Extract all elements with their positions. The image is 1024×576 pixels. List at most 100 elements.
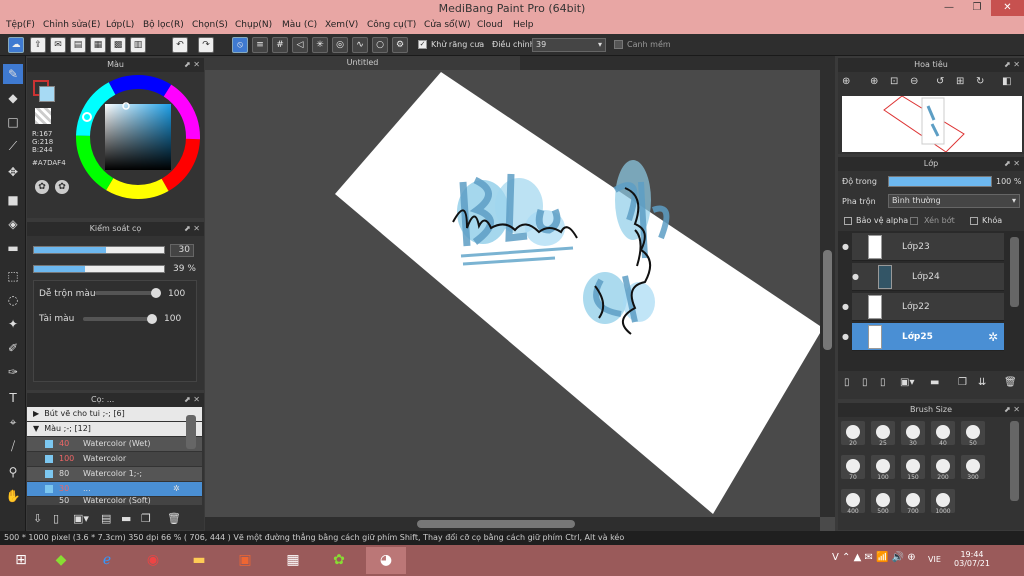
page-icon[interactable]: ▥ xyxy=(130,37,146,53)
panel-close-icon[interactable]: ⬈ ✕ xyxy=(1004,403,1020,417)
menu-tools[interactable]: Công cụ(T) xyxy=(367,20,416,30)
brush-size-item[interactable]: 50 xyxy=(961,421,985,447)
panel-close-icon[interactable]: ⬈ ✕ xyxy=(184,393,200,407)
operation-tool-icon[interactable]: ⌖ xyxy=(3,412,23,432)
fill-rect-tool-icon[interactable]: ■ xyxy=(3,190,23,210)
delete-layer-icon[interactable]: 🗑 xyxy=(1004,377,1017,388)
brush-doc-icon[interactable]: ▤ xyxy=(101,512,111,525)
radial-snap-icon[interactable]: ✳ xyxy=(312,37,328,53)
amount-slider[interactable] xyxy=(83,317,155,321)
eye-icon[interactable]: ● xyxy=(852,263,859,291)
brush-opacity-slider[interactable] xyxy=(33,265,165,273)
settings-gear-icon[interactable]: ⚙ xyxy=(392,37,408,53)
ellipse-snap-icon[interactable]: ○ xyxy=(372,37,388,53)
parallel-snap-icon[interactable]: ≡ xyxy=(252,37,268,53)
app-grid-icon[interactable]: ▦ xyxy=(276,547,310,574)
tray-clock[interactable]: 19:44 03/07/21 xyxy=(952,550,992,568)
smooth-slider-handle[interactable] xyxy=(151,288,161,298)
brush-size-item[interactable]: 70 xyxy=(841,455,865,481)
protect-alpha-checkbox[interactable] xyxy=(844,217,852,225)
brush-size-item[interactable]: 700 xyxy=(901,489,925,515)
menu-file[interactable]: Tệp(F) xyxy=(6,20,35,30)
amount-slider-handle[interactable] xyxy=(147,314,157,324)
select-rect-tool-icon[interactable]: ⬚ xyxy=(3,266,23,286)
add-brush-icon[interactable]: ▣▾ xyxy=(73,512,89,525)
menu-color[interactable]: Màu (C) xyxy=(282,20,317,30)
eye-icon[interactable]: ● xyxy=(842,233,849,261)
menu-edit[interactable]: Chỉnh sửa(E) xyxy=(43,20,100,30)
flip-icon[interactable]: ◧ xyxy=(1002,76,1011,87)
chat-icon[interactable]: ▤ xyxy=(70,37,86,53)
panel-close-icon[interactable]: ⬈ ✕ xyxy=(1004,58,1020,72)
folder-icon[interactable]: ▬ xyxy=(121,512,131,525)
duplicate-icon[interactable]: ❐ xyxy=(141,512,151,525)
vertical-scrollbar[interactable] xyxy=(820,70,835,517)
dot-tool-icon[interactable]: □ xyxy=(3,112,23,132)
hand-tool-icon[interactable]: ✋ xyxy=(3,486,23,506)
circle-snap-icon[interactable]: ◎ xyxy=(332,37,348,53)
merge-layer-icon[interactable]: ⇊ xyxy=(978,377,986,388)
bucket-tool-icon[interactable]: ◈ xyxy=(3,214,23,234)
document-icon[interactable]: ▦ xyxy=(90,37,106,53)
curve-snap-icon[interactable]: ∿ xyxy=(352,37,368,53)
new-brush-icon[interactable]: ▯ xyxy=(53,512,59,525)
layer-item[interactable]: ● Lớp23 xyxy=(842,233,1004,261)
new-layer-icon[interactable]: ▯ xyxy=(844,377,850,388)
canvas-area[interactable]: Untitled xyxy=(205,56,835,531)
brush-size-item[interactable]: 1000 xyxy=(931,489,955,515)
grid-icon[interactable]: ▩ xyxy=(110,37,126,53)
secondary-color-swatch[interactable] xyxy=(39,86,55,102)
app-leaf-icon[interactable]: ✿ xyxy=(322,547,356,574)
eraser-tool-icon[interactable]: ◆ xyxy=(3,88,23,108)
clip-checkbox[interactable] xyxy=(910,217,918,225)
brush-size-value[interactable]: 30 xyxy=(170,244,194,257)
brush-size-item[interactable]: 300 xyxy=(961,455,985,481)
menu-help[interactable]: Help xyxy=(513,20,534,30)
eye-icon[interactable]: ● xyxy=(842,293,849,321)
powerpoint-icon[interactable]: ▣ xyxy=(228,547,262,574)
smooth-slider[interactable] xyxy=(95,291,159,295)
lasso-tool-icon[interactable]: ◌ xyxy=(3,290,23,310)
panel-close-icon[interactable]: ⬈ ✕ xyxy=(184,222,200,236)
tray-icons[interactable]: V ⌃ ▲ ✉ 📶 🔊 ⊕ xyxy=(832,552,916,563)
menu-capture[interactable]: Chụp(N) xyxy=(235,20,272,30)
trash-icon[interactable]: 🗑 xyxy=(167,512,181,525)
divide-tool-icon[interactable]: ⧸ xyxy=(3,436,23,456)
brush-size-item[interactable]: 150 xyxy=(901,455,925,481)
snap-soft-checkbox[interactable] xyxy=(614,40,623,49)
blend-mode-dropdown[interactable]: Bình thường ▾ xyxy=(888,194,1020,208)
layer-settings-gear-icon[interactable]: ✲ xyxy=(988,323,998,351)
cloud-download-icon[interactable]: ⇩ xyxy=(33,512,42,525)
brush-group-2[interactable]: ▼ Màu ;-; [12] xyxy=(27,422,202,436)
navigator-preview[interactable] xyxy=(842,95,1022,153)
canvas-page[interactable] xyxy=(335,72,823,514)
canvas-tab[interactable]: Untitled xyxy=(205,56,520,70)
menu-select[interactable]: Chọn(S) xyxy=(192,20,228,30)
brush-size-item[interactable]: 400 xyxy=(841,489,865,515)
horizontal-scrollbar[interactable] xyxy=(205,517,820,531)
brush-item-selected[interactable]: 30... ✲ xyxy=(27,482,202,496)
brush-group-1[interactable]: ▶ Bút vẽ cho tui ;-; [6] xyxy=(27,407,202,421)
menu-window[interactable]: Cửa sổ(W) xyxy=(424,20,470,30)
explorer-icon[interactable]: ▬ xyxy=(182,547,216,574)
brush-size-slider[interactable] xyxy=(33,246,165,254)
horizontal-scroll-thumb[interactable] xyxy=(417,520,575,528)
menu-cloud[interactable]: Cloud xyxy=(477,20,503,30)
fit-icon[interactable]: ⊡ xyxy=(890,76,898,87)
brush-size-scrollbar[interactable] xyxy=(1010,421,1019,501)
redo-icon[interactable]: ↷ xyxy=(198,37,214,53)
brush-list-scrollbar[interactable] xyxy=(186,415,196,449)
close-button[interactable]: ✕ xyxy=(991,0,1024,16)
brush-item[interactable]: 40 Watercolor (Wet) xyxy=(27,437,202,451)
zoom-out-icon[interactable]: ⊖ xyxy=(910,76,918,87)
zoom-in-icon[interactable]: ⊕ xyxy=(842,76,850,87)
adjust-dropdown[interactable]: 39 ▾ xyxy=(532,38,606,52)
layer-item[interactable]: ● Lớp22 xyxy=(842,293,1004,321)
brush-size-item[interactable]: 200 xyxy=(931,455,955,481)
brush-item[interactable]: 50 Watercolor (Soft) xyxy=(27,497,202,505)
eye-icon[interactable]: ● xyxy=(842,323,849,351)
select-eraser-tool-icon[interactable]: ✑ xyxy=(3,362,23,382)
bluestacks-icon[interactable]: ◆ xyxy=(44,547,78,574)
brush-size-item[interactable]: 25 xyxy=(871,421,895,447)
rotate-left-icon[interactable]: ↺ xyxy=(936,76,944,87)
